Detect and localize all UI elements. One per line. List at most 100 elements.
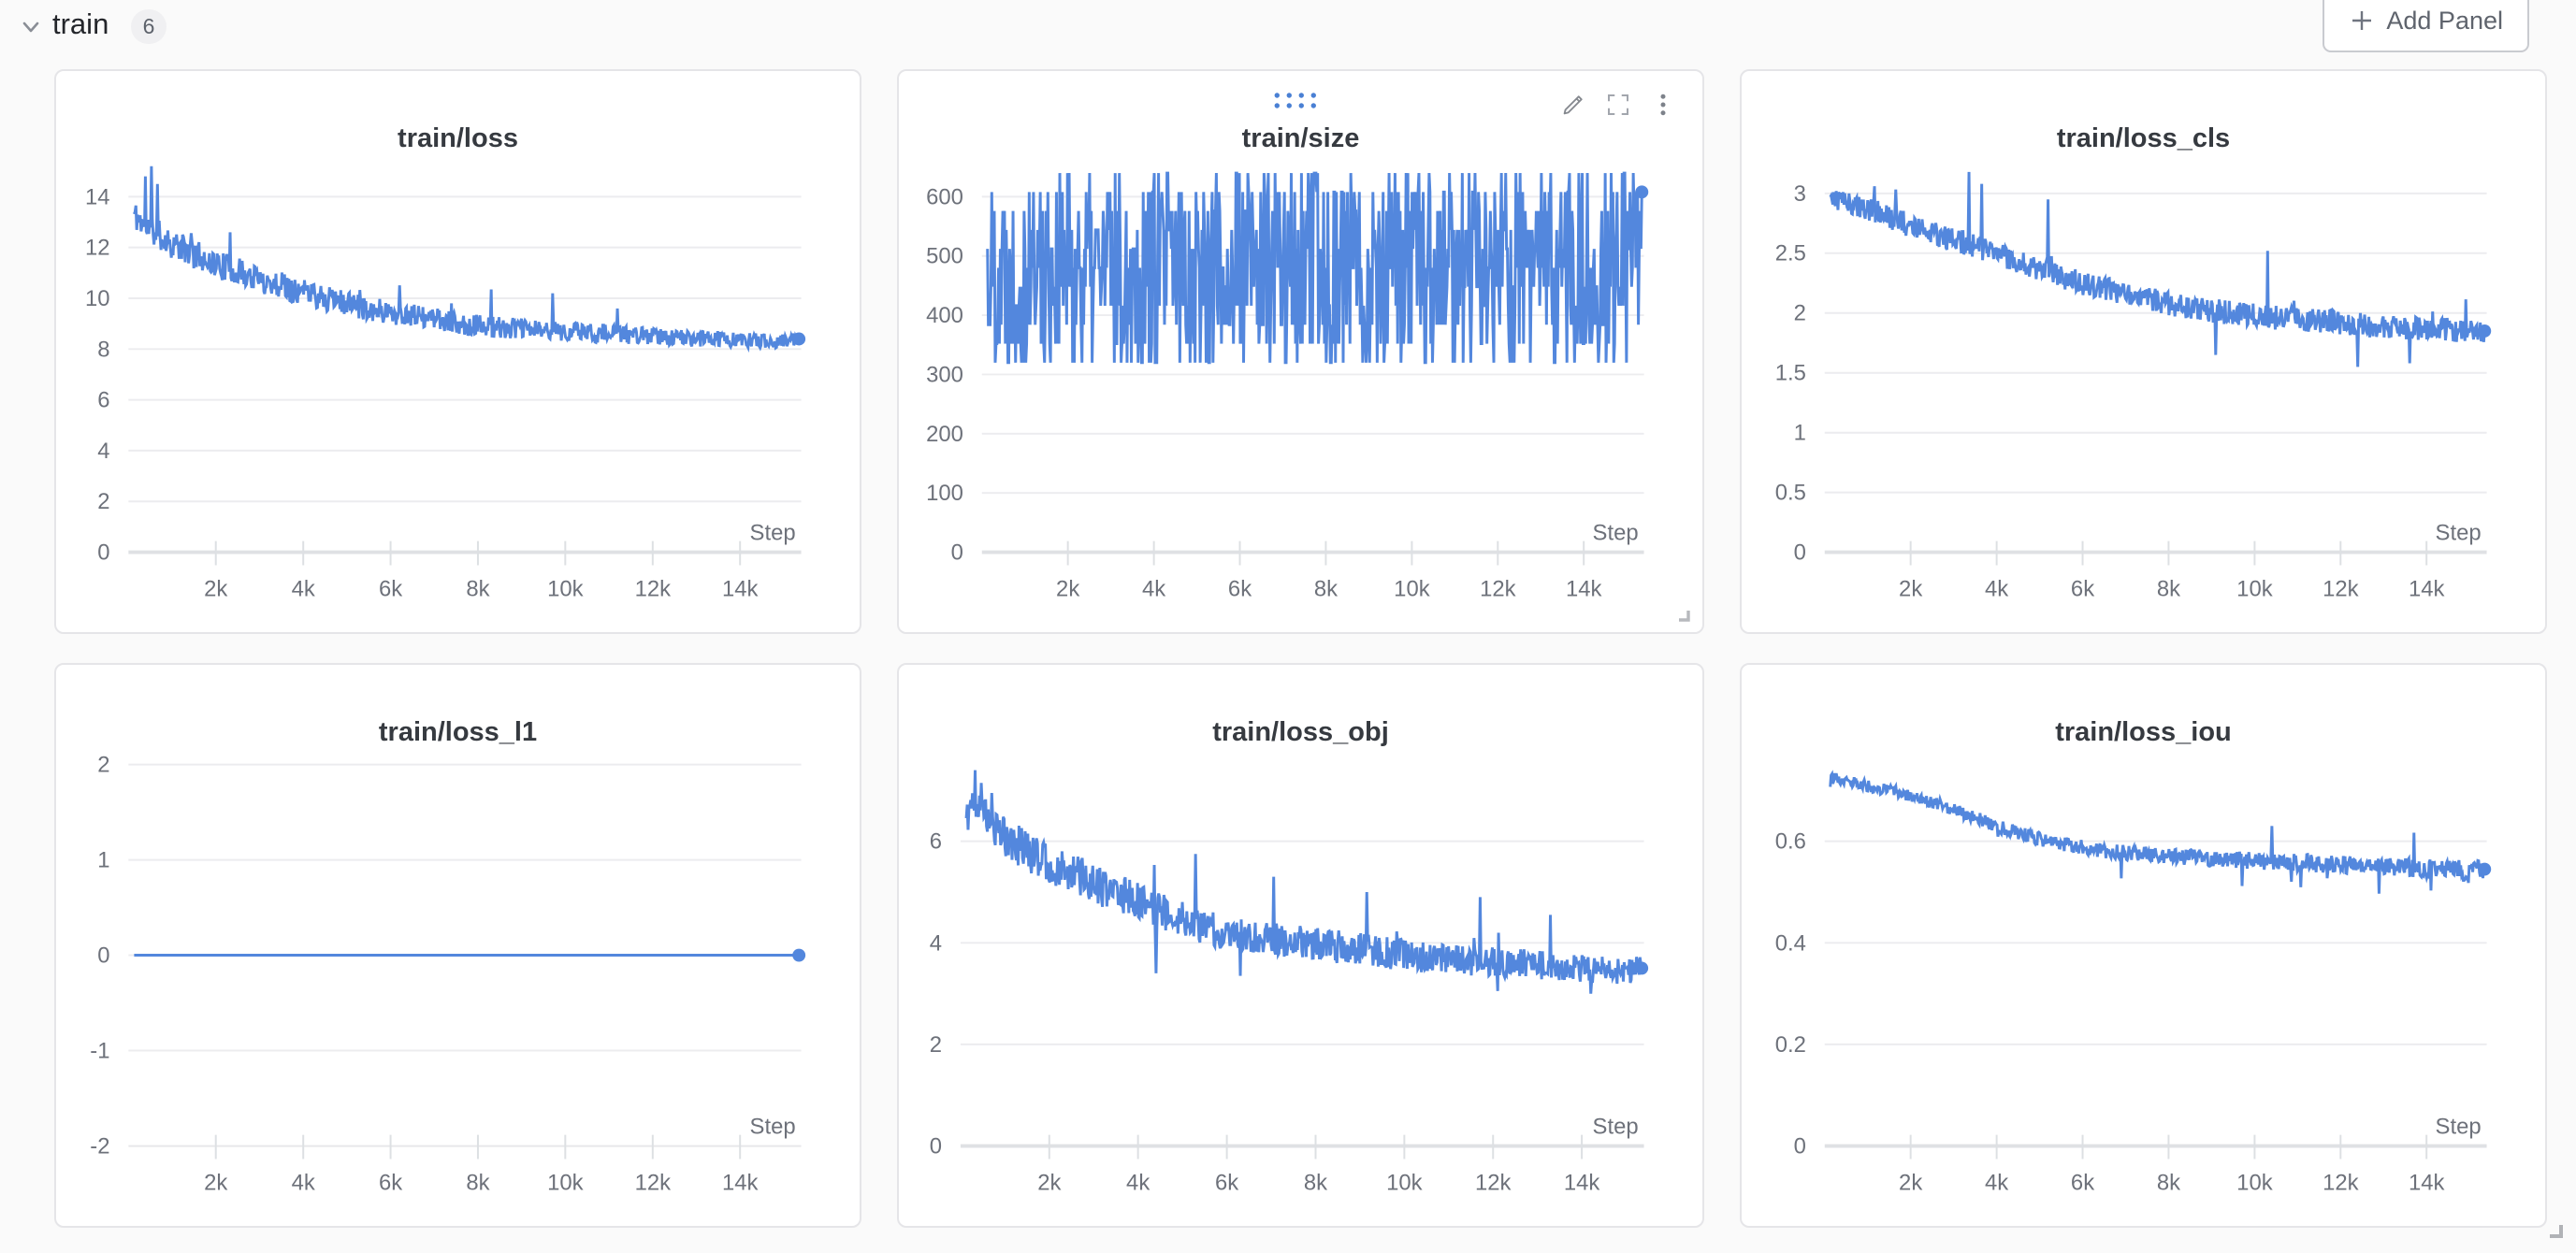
svg-text:0: 0 (1794, 1134, 1806, 1159)
svg-text:0.4: 0.4 (1775, 930, 1806, 956)
line-chart[interactable]: -2-10122k4k6k8k10k12k14kStep (56, 665, 860, 1226)
line-chart[interactable]: 0 0.2 0.4 0.6 2k 4k 6k 8k 10k 12k 14k Step (1742, 665, 2545, 1226)
panel-train-loss[interactable]: train/loss 024681012142k4k6k8k10k12k14kS… (54, 69, 861, 634)
svg-text:0.6: 0.6 (1775, 829, 1806, 855)
panel-grid: train/loss 024681012142k4k6k8k10k12k14kS… (0, 0, 2576, 1253)
svg-text:6: 6 (930, 829, 942, 855)
series-line (1831, 172, 2485, 367)
svg-text:14k: 14k (2409, 1170, 2445, 1195)
svg-text:2: 2 (97, 753, 109, 778)
svg-text:12: 12 (85, 236, 110, 261)
svg-text:4k: 4k (1142, 576, 1165, 601)
svg-text:-2: -2 (90, 1134, 109, 1159)
svg-text:1.5: 1.5 (1775, 361, 1806, 386)
svg-text:0: 0 (1794, 540, 1806, 566)
svg-text:0: 0 (930, 1134, 942, 1159)
svg-text:6k: 6k (1215, 1170, 1238, 1195)
svg-text:4k: 4k (292, 1170, 315, 1195)
x-axis-label: Step (2436, 521, 2482, 546)
svg-text:4k: 4k (292, 576, 315, 601)
series-line (134, 166, 799, 348)
svg-text:0: 0 (97, 943, 109, 968)
line-chart[interactable]: 0 2 4 6 2k 4k 6k 8k 10k 12k 14k Step (899, 665, 1702, 1226)
svg-text:12k: 12k (635, 1170, 672, 1195)
svg-text:12k: 12k (2323, 1170, 2359, 1195)
svg-text:12k: 12k (1475, 1170, 1512, 1195)
svg-text:14k: 14k (1564, 1170, 1600, 1195)
svg-text:10k: 10k (1386, 1170, 1423, 1195)
svg-text:4k: 4k (1985, 576, 2008, 601)
series-line (966, 771, 1642, 994)
svg-text:2: 2 (930, 1032, 942, 1058)
panel-train-loss-l1[interactable]: train/loss_l1 -2-10122k4k6k8k10k12k14kSt… (54, 663, 861, 1228)
last-point-marker (792, 333, 805, 346)
svg-text:100: 100 (926, 481, 963, 506)
panel-train-loss-cls[interactable]: train/loss_cls 00.511.522.532k4k6k8k10k1… (1740, 69, 2547, 634)
panel-train-loss-obj[interactable]: train/loss_obj 02462k4k6k8k10k12k14kStep (897, 663, 1704, 1228)
svg-text:0: 0 (97, 540, 109, 566)
svg-text:14k: 14k (722, 1170, 759, 1195)
svg-text:6k: 6k (379, 576, 402, 601)
series-line (988, 173, 1643, 363)
svg-text:2k: 2k (1899, 1170, 1922, 1195)
svg-text:12k: 12k (635, 576, 672, 601)
svg-text:6: 6 (97, 388, 109, 413)
line-chart[interactable]: 01002003004005006002k4k6k8k10k12k14kStep (899, 71, 1702, 632)
panel-train-loss-iou[interactable]: train/loss_iou 00.20.40.62k4k6k8k10k12k1… (1740, 663, 2547, 1228)
x-axis-label: Step (2436, 1115, 2482, 1140)
svg-text:1: 1 (97, 848, 109, 873)
svg-text:10k: 10k (2236, 1170, 2273, 1195)
svg-text:10k: 10k (547, 1170, 584, 1195)
svg-text:2k: 2k (204, 1170, 227, 1195)
svg-text:4k: 4k (1126, 1170, 1150, 1195)
section-resize-handle[interactable] (2542, 1217, 2567, 1242)
svg-text:6k: 6k (2071, 1170, 2094, 1195)
svg-text:6k: 6k (2071, 576, 2094, 601)
svg-text:400: 400 (926, 303, 963, 328)
line-chart[interactable]: 00.511.522.532k4k6k8k10k12k14kStep (1742, 71, 2545, 632)
x-axis-label: Step (1593, 1115, 1639, 1140)
line-chart[interactable]: 024681012142k4k6k8k10k12k14kStep (56, 71, 860, 632)
svg-text:8: 8 (97, 337, 109, 362)
series-line (1831, 773, 2485, 894)
svg-text:14k: 14k (722, 576, 759, 601)
x-axis-label: Step (1593, 521, 1639, 546)
svg-text:14: 14 (85, 184, 110, 209)
svg-text:200: 200 (926, 422, 963, 447)
last-point-marker (1635, 185, 1648, 198)
svg-text:2.5: 2.5 (1775, 241, 1806, 266)
svg-text:10k: 10k (547, 576, 584, 601)
x-axis-label: Step (750, 521, 796, 546)
svg-text:300: 300 (926, 362, 963, 387)
last-point-marker (2478, 324, 2491, 338)
svg-text:10k: 10k (1394, 576, 1430, 601)
svg-text:8k: 8k (466, 576, 489, 601)
last-point-marker (792, 949, 805, 962)
svg-text:10k: 10k (2236, 576, 2273, 601)
svg-text:600: 600 (926, 184, 963, 209)
svg-text:0: 0 (951, 540, 963, 566)
svg-text:2k: 2k (204, 576, 227, 601)
svg-text:2: 2 (1794, 301, 1806, 326)
svg-text:8k: 8k (1304, 1170, 1327, 1195)
svg-text:8k: 8k (2157, 1170, 2180, 1195)
svg-text:8k: 8k (2157, 576, 2180, 601)
svg-text:2k: 2k (1899, 576, 1922, 601)
svg-text:12k: 12k (2323, 576, 2359, 601)
svg-text:1: 1 (1794, 421, 1806, 446)
svg-text:0.2: 0.2 (1775, 1032, 1806, 1058)
svg-text:4: 4 (930, 930, 942, 956)
svg-text:4: 4 (97, 439, 109, 464)
svg-text:2k: 2k (1037, 1170, 1061, 1195)
x-axis-label: Step (750, 1115, 796, 1140)
svg-text:3: 3 (1794, 181, 1806, 207)
svg-text:12k: 12k (1480, 576, 1516, 601)
svg-text:14k: 14k (2409, 576, 2445, 601)
svg-text:14k: 14k (1566, 576, 1602, 601)
svg-text:4k: 4k (1985, 1170, 2008, 1195)
svg-text:10: 10 (85, 286, 110, 311)
svg-text:8k: 8k (1314, 576, 1338, 601)
panel-train-size[interactable]: train/size (897, 69, 1704, 634)
last-point-marker (2478, 863, 2491, 876)
svg-text:6k: 6k (379, 1170, 402, 1195)
